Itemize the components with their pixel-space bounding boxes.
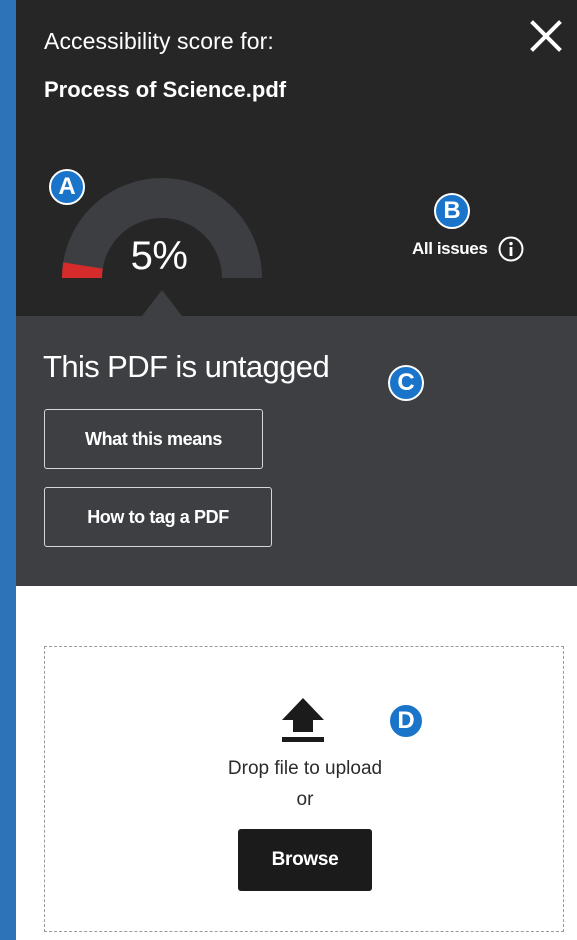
or-text: or bbox=[296, 789, 314, 810]
how-to-tag-button[interactable]: How to tag a PDF bbox=[44, 487, 272, 547]
score-value: 5% bbox=[130, 234, 188, 278]
score-label: Accessibility score for: bbox=[44, 28, 274, 54]
score-header: Accessibility score for: Process of Scie… bbox=[16, 0, 577, 316]
close-button[interactable] bbox=[526, 16, 566, 56]
all-issues-link[interactable]: All issues bbox=[412, 235, 525, 263]
browse-button[interactable]: Browse bbox=[238, 829, 372, 891]
upload-section: Drop file to upload or Browse bbox=[16, 586, 577, 940]
drop-file-text: Drop file to upload bbox=[227, 758, 383, 779]
info-icon bbox=[498, 236, 524, 262]
callout-pointer bbox=[142, 290, 182, 316]
marker-a-badge: A bbox=[49, 169, 85, 205]
gauge-fill bbox=[61, 262, 103, 279]
tag-status-section: This PDF is untagged What this means How… bbox=[16, 316, 577, 586]
marker-b-badge: B bbox=[434, 193, 470, 229]
what-this-means-button[interactable]: What this means bbox=[44, 409, 263, 469]
all-issues-label: All issues bbox=[412, 239, 488, 258]
accessibility-score-panel: Accessibility score for: Process of Scie… bbox=[16, 0, 577, 940]
close-icon bbox=[530, 20, 562, 52]
marker-c-badge: C bbox=[388, 365, 424, 401]
upload-icon bbox=[282, 698, 324, 742]
status-title: This PDF is untagged bbox=[43, 349, 330, 384]
marker-d-badge: D bbox=[388, 703, 424, 739]
file-name: Process of Science.pdf bbox=[44, 77, 287, 102]
